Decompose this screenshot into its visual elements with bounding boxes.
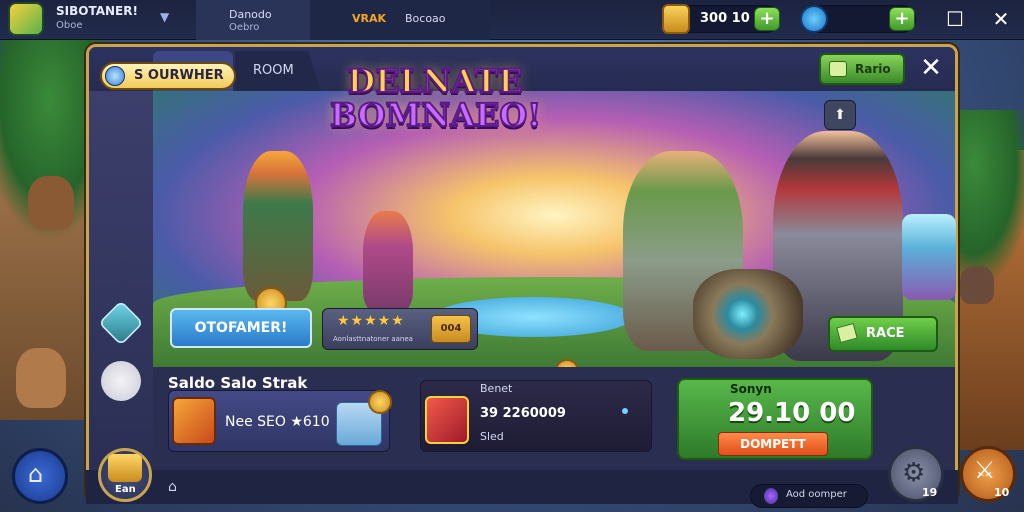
compete-card-value: 29.10 00 bbox=[728, 398, 856, 428]
profile-title: Danodo bbox=[229, 8, 272, 21]
upload-icon[interactable]: ⬆ bbox=[824, 100, 856, 130]
coin-icon bbox=[368, 390, 392, 414]
play-button[interactable]: OTOFAMER! bbox=[170, 308, 312, 348]
critter-cat bbox=[960, 266, 994, 304]
gold-value: 300 10 bbox=[700, 11, 750, 26]
bonus-card-label: Benet bbox=[480, 382, 513, 395]
radio-button[interactable]: Rario bbox=[819, 53, 905, 85]
race-label: RACE bbox=[866, 326, 905, 341]
potion-icon bbox=[425, 396, 469, 444]
banner-title-line1: DELNATE bbox=[346, 62, 523, 100]
bonus-card-value: 39 2260009 bbox=[480, 406, 566, 421]
critter-bear bbox=[16, 348, 66, 408]
chevron-down-icon[interactable]: ▼ bbox=[160, 10, 174, 24]
radio-icon bbox=[829, 61, 847, 77]
rating-box: ★★★★★ Aonlasttnatoner aanea 004 bbox=[322, 308, 478, 350]
side-nav bbox=[89, 91, 153, 499]
settings-count: 19 bbox=[922, 486, 938, 499]
gem-icon bbox=[800, 5, 828, 33]
crystal-decoration bbox=[902, 214, 956, 300]
sword-icon: ⚔ bbox=[974, 456, 996, 484]
compete-card-label: Sonyn bbox=[730, 382, 772, 396]
side-pet-icon[interactable] bbox=[101, 361, 141, 401]
chest-label: Ean bbox=[115, 484, 136, 495]
hero-mage bbox=[363, 211, 413, 311]
server-icon bbox=[764, 488, 778, 504]
vip-label: VRAK bbox=[352, 12, 387, 25]
sparkle-icon bbox=[622, 408, 628, 414]
rating-subtitle: Aonlasttnatoner aanea bbox=[333, 335, 413, 343]
race-flag-icon bbox=[836, 322, 858, 344]
quest-label: S OURWHER bbox=[134, 68, 224, 83]
chest-icon bbox=[108, 454, 142, 482]
add-gold-button[interactable]: + bbox=[754, 7, 780, 31]
star-rating: ★★★★★ bbox=[337, 313, 405, 329]
top-segment-vip[interactable] bbox=[310, 0, 490, 40]
banner-title: DELNATE BOMNAEO! bbox=[329, 62, 542, 134]
quest-pill[interactable]: S OURWHER bbox=[100, 62, 236, 90]
race-button[interactable]: RACE bbox=[828, 316, 938, 352]
chest-icon bbox=[172, 397, 216, 445]
gear-icon: ⚙ bbox=[902, 458, 926, 488]
app-subtitle: Oboe bbox=[56, 20, 83, 31]
compass-icon bbox=[105, 66, 125, 86]
tab-room[interactable]: ROOM bbox=[235, 51, 321, 91]
banner-title-line2: BOMNAEO! bbox=[329, 96, 542, 134]
profile-subtitle: Oebro bbox=[229, 22, 260, 33]
gold-crest-icon bbox=[662, 4, 690, 34]
compete-button[interactable]: DOMPETT bbox=[718, 432, 828, 456]
hero-archer bbox=[243, 151, 313, 301]
battle-count: 10 bbox=[994, 486, 1010, 499]
critter-fox bbox=[28, 176, 74, 230]
bonus-card-subtitle: Sled bbox=[480, 430, 504, 443]
home-icon[interactable]: ⌂ bbox=[168, 479, 190, 497]
app-name: SIBOTANER! bbox=[56, 4, 138, 18]
radio-label: Rario bbox=[855, 62, 891, 76]
close-panel-button[interactable]: ✕ bbox=[913, 53, 949, 85]
side-gem-icon[interactable] bbox=[98, 300, 144, 346]
close-window-button[interactable]: ✕ bbox=[988, 6, 1014, 32]
maximize-button[interactable]: ☐ bbox=[942, 6, 968, 32]
rating-badge[interactable]: 004 bbox=[431, 315, 471, 343]
reward-card-text: Nee SEO ★610 bbox=[225, 414, 330, 430]
resource-label: Bocoao bbox=[405, 12, 446, 25]
add-gem-button[interactable]: + bbox=[889, 7, 915, 31]
home-icon: ⌂ bbox=[28, 460, 44, 488]
robot-cannon bbox=[693, 269, 803, 359]
app-logo-icon[interactable] bbox=[8, 2, 44, 36]
server-label: Aod oomper bbox=[786, 489, 847, 500]
